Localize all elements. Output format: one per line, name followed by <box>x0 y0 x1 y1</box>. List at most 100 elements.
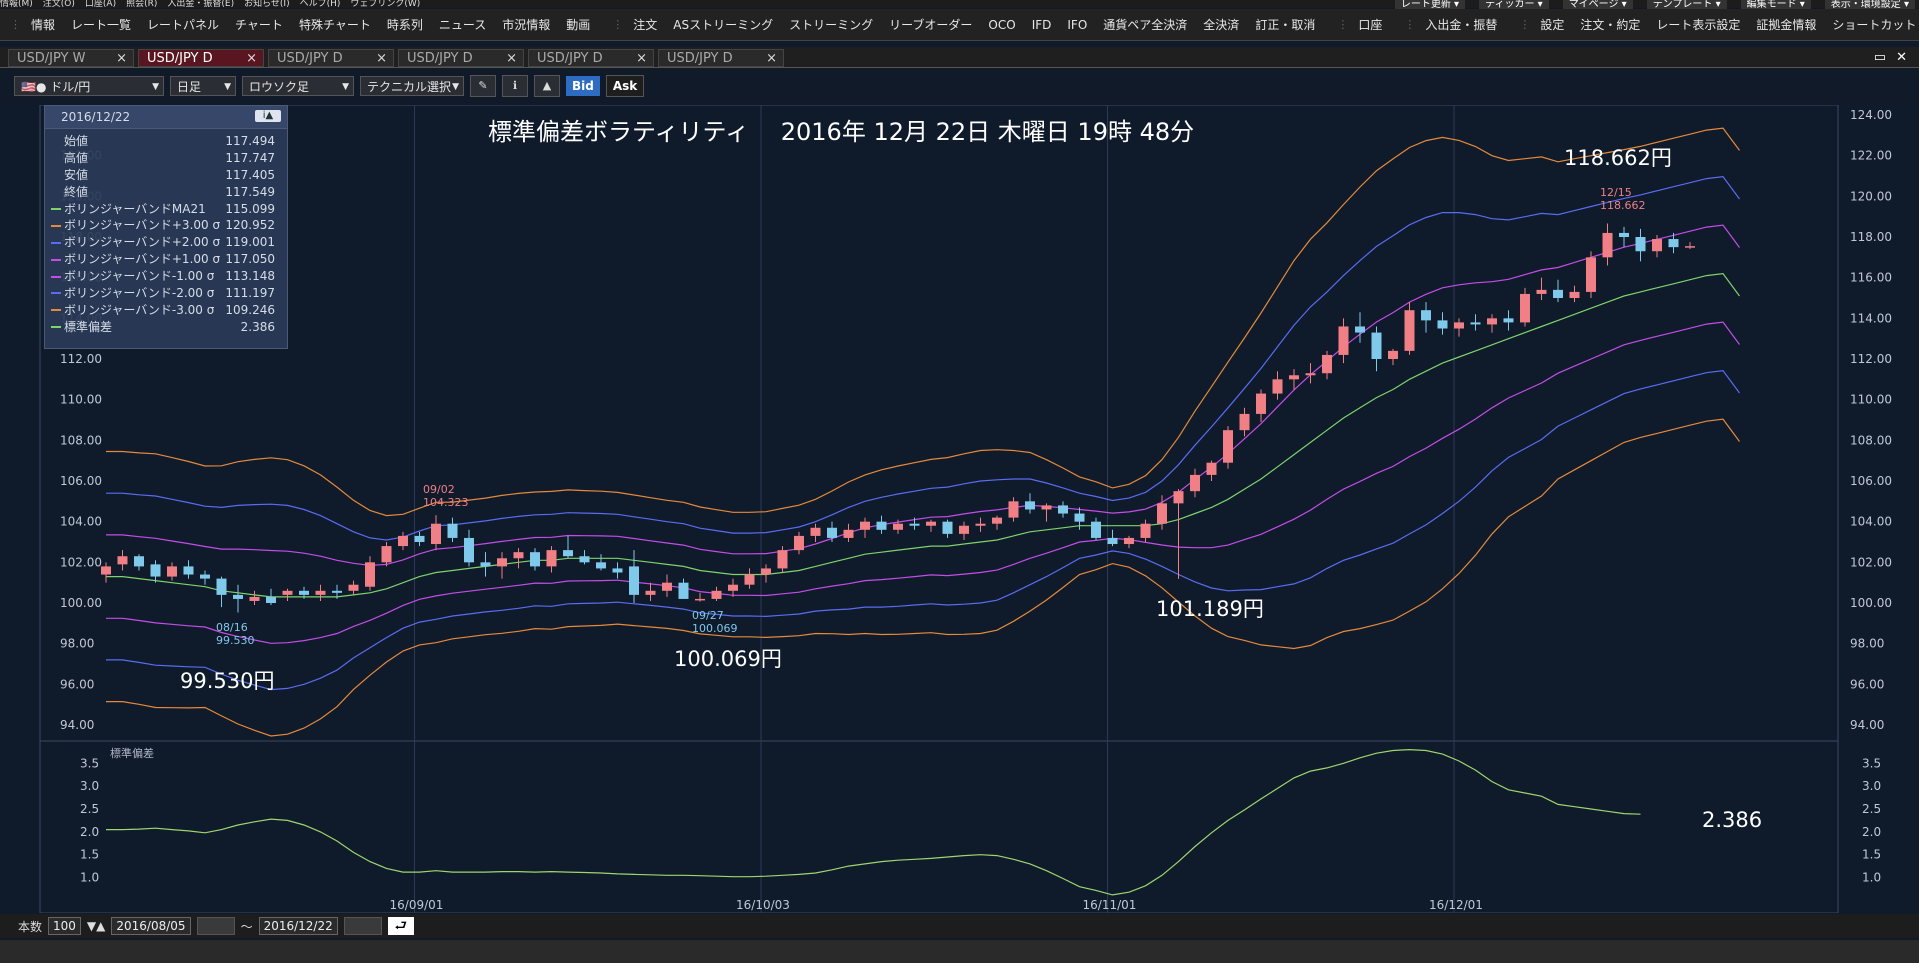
restore-icon[interactable]: ▭ <box>1874 50 1886 65</box>
toolbar-item[interactable]: リーブオーダー <box>889 16 972 33</box>
candle-body <box>1173 491 1184 504</box>
right-menu-item[interactable]: レート更新 ▾ <box>1394 0 1466 10</box>
info-row-value: 113.148 <box>225 269 275 284</box>
price-tick-label: 112.00 <box>1850 352 1892 366</box>
price-tick-label-left: 110.00 <box>60 393 102 407</box>
toolbar-item[interactable]: レート一覧 <box>71 16 131 33</box>
panel-controls-icon[interactable]: i▲ <box>255 110 281 122</box>
toolbar-item[interactable]: 特殊チャート <box>299 16 371 33</box>
toolbar-item[interactable]: 動画 <box>566 16 590 33</box>
toolbar-item[interactable]: チャート <box>235 16 283 33</box>
toolbar-item[interactable]: 情報 <box>31 16 55 33</box>
toolbar-item[interactable]: ASストリーミング <box>673 16 773 33</box>
candle-body <box>893 523 903 530</box>
chart-style-select[interactable]: ロウソク足 ▼ <box>242 76 354 96</box>
close-icon[interactable]: × <box>376 50 387 68</box>
toolbar-item[interactable]: OCO <box>988 18 1015 32</box>
candle-body <box>282 590 293 595</box>
time-tick-label: 16/09/01 <box>390 898 444 912</box>
toolbar-item[interactable]: 口座 <box>1358 16 1382 33</box>
toolbar-item[interactable]: 入出金・振替 <box>1425 16 1497 33</box>
count-input[interactable]: 100 <box>48 917 81 935</box>
menu-item[interactable]: 注文(O) <box>43 0 75 8</box>
chart-tab[interactable]: USD/JPY D × <box>268 49 394 67</box>
candle-body <box>992 517 1002 524</box>
toolbar-item[interactable]: レート表示設定 <box>1656 16 1740 33</box>
period-select[interactable]: 日足 ▼ <box>170 76 236 96</box>
right-menu-item[interactable]: 表示・環境設定 ▾ <box>1824 0 1915 10</box>
price-tick-label-left: 94.00 <box>60 718 94 732</box>
close-icon[interactable]: × <box>636 50 647 68</box>
chart-tab[interactable]: USD/JPY D × <box>528 49 654 67</box>
right-menu-item[interactable]: 編集モード ▾ <box>1740 0 1811 10</box>
from-date-input[interactable]: 2016/08/05 <box>111 917 191 935</box>
price-tick-label: 120.00 <box>1850 189 1892 203</box>
info-row-text: 始値 <box>64 134 89 148</box>
right-menu-item[interactable]: マイページ ▾ <box>1562 0 1633 10</box>
candle-body <box>1569 291 1580 298</box>
info-row-text: ボリンジャーバンド-1.00 σ <box>64 269 215 284</box>
info-panel-date: 2016/12/22 <box>61 110 131 124</box>
menu-item[interactable]: 情報(M) <box>0 0 33 8</box>
menu-item[interactable]: ウェブリンク(W) <box>350 0 420 8</box>
close-icon[interactable]: × <box>246 50 257 68</box>
candle-body <box>1041 505 1052 510</box>
menu-item[interactable]: 入出金・振替(E) <box>167 0 234 8</box>
toolbar-item[interactable]: 証拠金情報 <box>1756 16 1816 33</box>
close-icon[interactable]: × <box>116 50 127 68</box>
candle-body <box>860 521 870 530</box>
info-row-value: 117.747 <box>225 150 275 165</box>
menu-item[interactable]: 口座(A) <box>85 0 116 8</box>
toolbar-item[interactable]: 時系列 <box>387 16 423 33</box>
to-date-input[interactable]: 2016/12/22 <box>258 917 338 935</box>
info-row-text: ボリンジャーバンド-3.00 σ <box>64 302 215 317</box>
area-chart-icon[interactable]: ▲ <box>534 75 560 97</box>
close-icon[interactable]: × <box>506 50 517 68</box>
ask-button[interactable]: Ask <box>605 75 645 97</box>
info-panel-header: 2016/12/22 i▲ <box>45 106 287 129</box>
toolbar-item[interactable]: IFO <box>1067 18 1087 32</box>
toolbar-item[interactable]: 市況情報 <box>502 16 550 33</box>
chart-tab[interactable]: USD/JPY D × <box>658 49 784 67</box>
toolbar-item[interactable]: 全決済 <box>1203 16 1239 33</box>
currency-pair-select[interactable]: 🇺🇸● ドル/円 ▼ <box>14 76 164 96</box>
toolbar-item[interactable]: ニュース <box>439 16 486 33</box>
toolbar-item[interactable]: IFD <box>1032 18 1052 32</box>
count-stepper-icon[interactable]: ▼▲ <box>87 919 105 933</box>
close-icon[interactable]: × <box>766 50 777 68</box>
marker-value: 104.323 <box>423 496 469 509</box>
right-menu-item[interactable]: ティッカー ▾ <box>1479 0 1549 10</box>
close-icon[interactable]: ✕ <box>1896 50 1907 65</box>
toolbar-item[interactable]: ストリーミング <box>789 16 873 33</box>
toolbar-item[interactable]: 注文 <box>633 16 657 33</box>
toolbar-item[interactable]: ショートカット <box>1832 16 1916 33</box>
candle-body <box>629 566 639 595</box>
chart-tab[interactable]: USD/JPY D × <box>398 49 524 67</box>
chevron-down-icon: ▼ <box>152 82 159 92</box>
menu-item[interactable]: お知らせ(I) <box>244 0 290 8</box>
candle-body <box>1107 537 1118 545</box>
info-icon[interactable]: ℹ <box>502 75 528 97</box>
toolbar-item[interactable]: 注文・約定 <box>1580 16 1640 33</box>
from-time-input[interactable] <box>196 917 235 935</box>
right-menu-item[interactable]: テンプレート ▾ <box>1646 0 1727 10</box>
apply-icon[interactable]: ⮐ <box>387 917 414 935</box>
menu-item[interactable]: 照会(R) <box>126 0 157 8</box>
technical-select[interactable]: テクニカル選択 ▼ <box>360 76 464 96</box>
candle-body <box>926 521 936 526</box>
chart-toolbar: 🇺🇸● ドル/円 ▼ 日足 ▼ ロウソク足 ▼ テクニカル選択 ▼ ✎ ℹ ▲ … <box>0 68 1919 104</box>
chart-tab[interactable]: USD/JPY D × <box>138 49 264 67</box>
chart-tab[interactable]: USD/JPY W × <box>8 49 134 67</box>
toolbar-item[interactable]: 訂正・取消 <box>1255 16 1315 33</box>
candle-body <box>117 556 128 565</box>
bid-button[interactable]: Bid <box>566 76 600 96</box>
menu-item[interactable]: ヘルプ(H) <box>300 0 341 8</box>
info-row-label: ボリンジャーバンド+1.00 σ <box>45 251 220 268</box>
to-time-input[interactable] <box>343 917 382 935</box>
pen-icon[interactable]: ✎ <box>470 75 496 97</box>
info-row-label: ボリンジャーバンド-2.00 σ <box>45 285 214 302</box>
toolbar-item[interactable]: 設定 <box>1540 16 1564 33</box>
chevron-down-icon: ▼ <box>452 82 459 92</box>
toolbar-item[interactable]: 通貨ペア全決済 <box>1103 16 1187 33</box>
toolbar-item[interactable]: レートパネル <box>147 16 219 33</box>
